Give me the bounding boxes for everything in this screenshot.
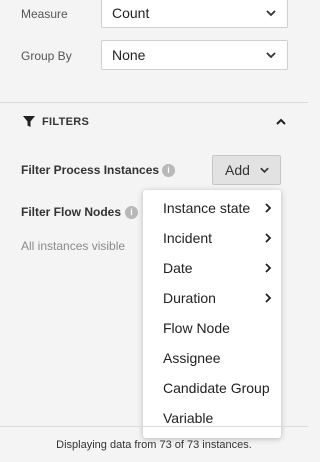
menu-item-label: Duration [163, 290, 216, 306]
info-icon[interactable]: i [125, 206, 138, 219]
filter-flow-nodes-label: Filter Flow Nodes [21, 205, 122, 219]
menu-item-label: Candidate Group [163, 380, 270, 396]
group-by-label: Group By [21, 49, 72, 63]
measure-select[interactable]: Count [101, 0, 288, 28]
filters-title: FILTERS [42, 116, 90, 128]
info-icon[interactable]: i [162, 164, 175, 177]
menu-item-flow-node[interactable]: Flow Node [143, 313, 281, 343]
chevron-right-icon [265, 203, 272, 213]
chevron-right-icon [265, 233, 272, 243]
chevron-down-icon [266, 10, 276, 17]
filter-process-instances-label: Filter Process Instances [21, 163, 160, 177]
menu-item-label: Incident [163, 230, 213, 246]
menu-item-instance-state[interactable]: Instance state [143, 193, 281, 223]
chevron-down-icon [260, 167, 269, 174]
filters-section-header[interactable]: FILTERS [0, 103, 308, 143]
filters-hint: All instances visible [21, 239, 126, 253]
menu-item-label: Assignee [163, 350, 221, 366]
chevron-right-icon [265, 293, 272, 303]
menu-item-candidate-group[interactable]: Candidate Group [143, 373, 281, 403]
group-by-value: None [112, 47, 146, 63]
measure-label: Measure [21, 7, 68, 21]
add-filter-label: Add [225, 162, 250, 178]
measure-value: Count [112, 5, 150, 21]
menu-item-duration[interactable]: Duration [143, 283, 281, 313]
chevron-down-icon [266, 52, 276, 59]
menu-item-label: Instance state [163, 200, 251, 216]
funnel-icon [23, 116, 35, 127]
menu-item-date[interactable]: Date [143, 253, 281, 283]
menu-item-label: Variable [163, 410, 214, 426]
group-by-select[interactable]: None [101, 40, 288, 70]
report-control-panel: Measure Count Group By None FILTERS Filt… [0, 0, 308, 462]
instance-count-footer: Displaying data from 73 of 73 instances. [0, 426, 308, 462]
chevron-right-icon [265, 263, 272, 273]
menu-item-label: Flow Node [163, 320, 230, 336]
menu-item-assignee[interactable]: Assignee [143, 343, 281, 373]
menu-item-label: Date [163, 260, 193, 276]
instance-count-text: Displaying data from 73 of 73 instances. [56, 439, 252, 451]
chevron-up-icon[interactable] [275, 117, 287, 127]
menu-item-incident[interactable]: Incident [143, 223, 281, 253]
add-filter-button[interactable]: Add [212, 155, 281, 185]
add-filter-menu: Instance state Incident Date Duration Fl… [143, 190, 281, 438]
